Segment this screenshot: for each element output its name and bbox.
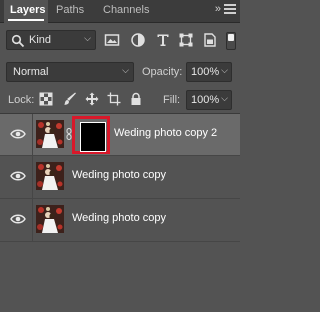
layer-name[interactable]: Weding photo copy [72,169,166,181]
collapse-panels-button[interactable]: » [215,3,221,15]
tab-paths[interactable]: Paths [56,0,84,22]
layer-name[interactable]: Weding photo copy [72,212,166,224]
chevron-down-icon: ⌵ [84,33,91,43]
filter-toggle-switch[interactable] [226,32,236,50]
lock-label: Lock: [8,94,35,106]
layer-row[interactable]: Weding photo copy [0,199,240,242]
lock-all-icon[interactable] [129,92,143,106]
tab-channels[interactable]: Channels [103,0,149,22]
filter-kind-label: Kind [29,34,52,46]
layers-panel: Layers Paths Channels » Kind ⌵ Normal ⌵ … [0,0,240,312]
lock-image-pixels-icon[interactable] [63,92,77,106]
adjustment-layer-filter-icon[interactable] [130,32,146,48]
opacity-value: 100% [191,66,220,78]
layer-thumbnail[interactable] [36,205,64,233]
search-icon [11,34,25,48]
column-separator [32,199,33,241]
lock-position-icon[interactable] [85,92,99,106]
panel-menu-icon[interactable] [224,4,236,16]
blend-mode-select[interactable]: Normal ⌵ [6,62,134,82]
layer-mask-thumbnail[interactable] [80,122,106,152]
lock-transparent-pixels-icon[interactable] [39,92,53,106]
visibility-eye-icon[interactable] [10,213,26,225]
smart-object-filter-icon[interactable] [202,32,218,48]
layer-name[interactable]: Weding photo copy 2 [114,127,217,139]
visibility-eye-icon[interactable] [10,170,26,182]
layer-mask-highlight [72,116,110,154]
layer-filter-row: Kind ⌵ [0,30,240,54]
opacity-label: Opacity: [142,66,183,78]
layer-thumbnail[interactable] [36,120,64,148]
fill-value: 100% [191,94,220,106]
panel-tab-bar: Layers Paths Channels » [0,0,240,23]
layer-row[interactable]: Weding photo copy 2 [0,114,240,156]
visibility-eye-icon[interactable] [10,128,26,140]
blend-mode-row: Normal ⌵ Opacity: 100% ⌵ [0,60,240,84]
layers-list: Weding photo copy 2 Weding photo copy We… [0,114,240,312]
column-separator [32,156,33,198]
layer-thumbnail[interactable] [36,162,64,190]
filter-kind-select[interactable]: Kind ⌵ [6,30,96,50]
chevron-down-icon: ⌵ [221,93,228,103]
type-layer-filter-icon[interactable] [155,32,171,48]
lock-row: Lock: Fill: 100% ⌵ [0,89,240,111]
chevron-down-icon: ⌵ [122,65,129,75]
fill-field[interactable]: 100% ⌵ [186,90,232,110]
blend-mode-value: Normal [13,66,49,78]
chevron-down-icon: ⌵ [221,65,228,75]
fill-label: Fill: [163,94,181,106]
opacity-field[interactable]: 100% ⌵ [186,62,232,82]
layer-row[interactable]: Weding photo copy [0,156,240,199]
pixel-layer-filter-icon[interactable] [104,32,120,48]
column-separator [32,114,33,155]
lock-artboard-icon[interactable] [107,92,121,106]
shape-layer-filter-icon[interactable] [178,32,194,48]
active-tab-indicator [8,19,44,21]
